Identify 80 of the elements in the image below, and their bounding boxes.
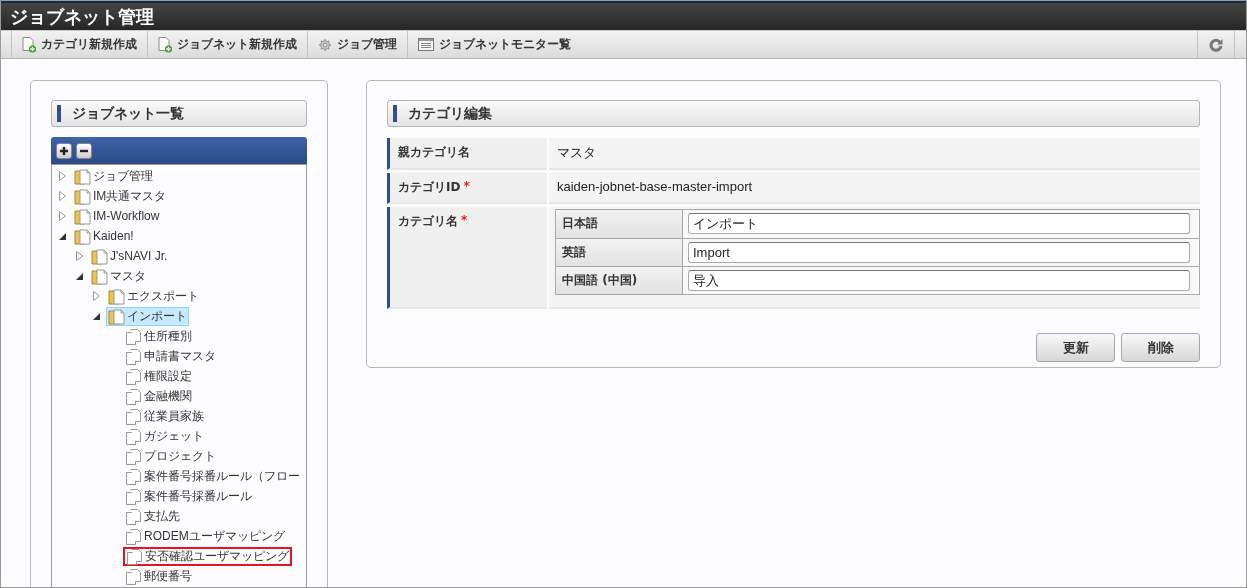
input-field[interactable]: インポート <box>688 213 1190 234</box>
collapse-all-button[interactable] <box>76 142 92 159</box>
field-value: マスタ <box>557 145 596 160</box>
tree-item[interactable]: プロジェクト <box>123 446 218 466</box>
collapse-arrow-icon[interactable] <box>75 272 83 280</box>
refresh-button[interactable] <box>1197 31 1235 58</box>
required-mark: * <box>463 179 470 193</box>
toolbar-button[interactable]: ジョブネットモニター覧 <box>407 31 581 58</box>
tree-item[interactable]: 安否確認ユーザマッピング <box>123 546 292 566</box>
new-document-icon <box>158 36 172 53</box>
tree-item[interactable]: IM共通マスタ <box>72 186 169 206</box>
expand-arrow-icon[interactable] <box>58 191 66 201</box>
document-icon <box>125 347 142 365</box>
list-window-icon <box>418 38 434 51</box>
gear-icon <box>318 37 332 52</box>
tree-item[interactable]: エクスポート <box>106 286 201 306</box>
tree-item[interactable]: 案件番号採番ルール <box>123 486 254 506</box>
folder-icon <box>74 167 91 185</box>
tree-item[interactable]: マスタ <box>89 266 148 286</box>
folder-icon <box>74 207 91 225</box>
locale-label: 英語 <box>556 239 683 266</box>
locale-label: 日本語 <box>556 210 683 238</box>
new-document-icon <box>22 36 36 53</box>
tree-item[interactable]: 申請書マスタ <box>123 346 218 366</box>
document-icon <box>125 367 142 385</box>
document-icon <box>125 387 142 405</box>
tree-item[interactable]: J'sNAVI Jr. <box>89 246 170 266</box>
tree-item[interactable]: ガジェット <box>123 426 206 446</box>
folder-icon <box>74 187 91 205</box>
document-icon <box>125 487 142 505</box>
tree-item[interactable]: 郵便番号 <box>123 566 194 586</box>
plus-icon <box>59 145 69 156</box>
tree-item[interactable]: 従業員家族 <box>123 406 206 426</box>
collapse-arrow-icon[interactable] <box>58 232 66 240</box>
document-icon <box>125 467 142 485</box>
tree-item[interactable]: インポート <box>106 306 189 326</box>
expand-arrow-icon[interactable] <box>92 291 100 301</box>
tree-item[interactable]: 金融機関 <box>123 386 194 406</box>
section-title: カテゴリ編集 <box>408 104 492 123</box>
expand-arrow-icon[interactable] <box>58 171 66 181</box>
section-title: ジョブネット一覧 <box>72 104 184 123</box>
input-field[interactable]: Import <box>688 242 1190 263</box>
action-button[interactable]: 削除 <box>1121 333 1200 362</box>
collapse-arrow-icon[interactable] <box>92 312 100 320</box>
tree-item[interactable]: 住所種別 <box>123 326 194 346</box>
tree-item[interactable]: 案件番号採番ルール（フロー <box>123 466 302 486</box>
document-icon <box>125 447 142 465</box>
tree-item[interactable]: IM-Workflow <box>72 206 162 226</box>
field-label: 親カテゴリ名 <box>398 144 470 161</box>
field-label: カテゴリ名 <box>398 213 458 230</box>
required-mark: * <box>461 213 468 227</box>
document-icon <box>125 527 142 545</box>
document-icon <box>125 407 142 425</box>
tree-item[interactable]: Kaiden! <box>72 226 136 246</box>
action-button[interactable]: 更新 <box>1036 333 1115 362</box>
field-label: カテゴリID <box>398 179 461 196</box>
tree-item[interactable]: 権限設定 <box>123 366 194 386</box>
toolbar-button[interactable]: カテゴリ新規作成 <box>11 31 147 58</box>
tree-item[interactable]: RODEMユーザマッピング <box>123 526 287 546</box>
document-icon <box>125 507 142 525</box>
document-icon <box>125 327 142 345</box>
refresh-icon <box>1209 37 1223 52</box>
folder-icon <box>74 227 91 245</box>
expand-all-button[interactable] <box>56 142 72 159</box>
tree-item[interactable]: 支払先 <box>123 506 182 526</box>
expand-arrow-icon[interactable] <box>58 211 66 221</box>
folder-icon <box>91 267 108 285</box>
folder-icon <box>108 287 125 305</box>
document-icon <box>125 427 142 445</box>
document-icon <box>126 547 143 565</box>
tree-item[interactable]: ジョブ管理 <box>72 166 155 186</box>
toolbar-button[interactable]: ジョブネット新規作成 <box>147 31 307 58</box>
locale-label: 中国語 (中国) <box>556 267 683 294</box>
toolbar-button[interactable]: ジョブ管理 <box>307 31 407 58</box>
expand-arrow-icon[interactable] <box>75 251 83 261</box>
page-title: ジョブネット管理 <box>10 5 154 29</box>
folder-icon <box>108 307 125 325</box>
input-field[interactable]: 导入 <box>688 270 1190 291</box>
folder-icon <box>91 247 108 265</box>
field-value: kaiden-jobnet-base-master-import <box>557 179 753 194</box>
